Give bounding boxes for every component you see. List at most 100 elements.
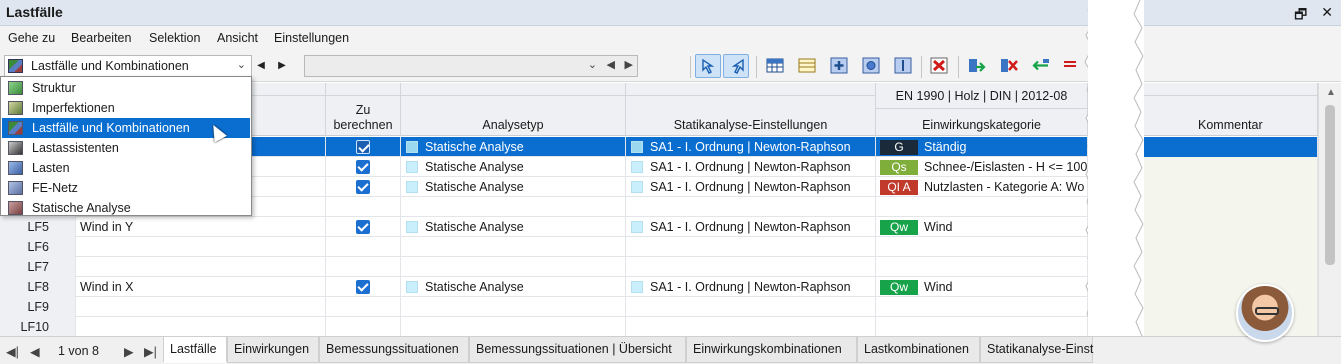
cell-einwirkungskategorie[interactable] [876, 257, 1088, 277]
delete-button[interactable] [926, 54, 952, 78]
table-filter-button[interactable] [794, 54, 820, 78]
cell-statik-einstellungen[interactable] [626, 237, 876, 257]
assistant-avatar[interactable] [1236, 284, 1294, 342]
cell-analysetyp[interactable]: Statische Analyse [401, 277, 626, 297]
cell-statik-einstellungen[interactable]: SA1 - I. Ordnung | Newton-Raphson [626, 217, 876, 237]
cell-zu-berechnen[interactable] [326, 197, 401, 217]
select-objects-button[interactable] [858, 54, 884, 78]
checkbox-checked-icon[interactable] [356, 160, 370, 174]
cell-statik-einstellungen[interactable]: SA1 - I. Ordnung | Newton-Raphson [626, 277, 876, 297]
cell-name[interactable]: Wind in X [76, 277, 326, 297]
dropdown-item-struktur[interactable]: Struktur [2, 78, 250, 98]
cell-zu-berechnen[interactable] [326, 237, 401, 257]
cell-einwirkungskategorie[interactable]: G Ständig [876, 137, 1088, 157]
insert-left-button[interactable] [1028, 54, 1054, 78]
cell-analysetyp[interactable]: Statische Analyse [401, 177, 626, 197]
cell-statik-einstellungen[interactable] [626, 197, 876, 217]
dropdown-item-lastassistenten[interactable]: Lastassistenten [2, 138, 250, 158]
dropdown-item-lasten[interactable]: Lasten [2, 158, 250, 178]
add-object-button[interactable] [826, 54, 852, 78]
tab-5[interactable]: Lastkombinationen [857, 337, 980, 363]
checkbox-checked-icon[interactable] [356, 220, 370, 234]
cell-name[interactable] [76, 297, 326, 317]
cell-einwirkungskategorie[interactable] [876, 317, 1088, 337]
vertical-scrollbar[interactable]: ▲ [1318, 83, 1341, 336]
cell-statik-einstellungen[interactable]: SA1 - I. Ordnung | Newton-Raphson [626, 177, 876, 197]
menu-selection[interactable]: Selektion [149, 31, 200, 45]
next-page-button[interactable]: ▶ [124, 344, 134, 359]
checkbox-checked-icon[interactable] [356, 180, 370, 194]
cell-einwirkungskategorie[interactable] [876, 237, 1088, 257]
header-statik[interactable]: Statikanalyse-Einstellungen [626, 83, 876, 136]
cell-analysetyp[interactable]: Statische Analyse [401, 137, 626, 157]
cell-analysetyp[interactable] [401, 197, 626, 217]
prev-arrow-button[interactable]: ◀ [252, 55, 270, 77]
delete-column-button[interactable] [1058, 54, 1084, 78]
cell-zu-berechnen[interactable] [326, 177, 401, 197]
menu-edit[interactable]: Bearbeiten [71, 31, 131, 45]
cell-name[interactable] [76, 237, 326, 257]
tab-4[interactable]: Einwirkungskombinationen [686, 337, 857, 363]
next-arrow-button[interactable]: ▶ [273, 55, 291, 77]
remove-column-button[interactable] [996, 54, 1022, 78]
cell-einwirkungskategorie[interactable]: Qw Wind [876, 277, 1088, 297]
dropdown-item-fe-netz[interactable]: FE-Netz [2, 178, 250, 198]
cell-statik-einstellungen[interactable]: SA1 - I. Ordnung | Newton-Raphson [626, 157, 876, 177]
cell-statik-einstellungen[interactable] [626, 317, 876, 337]
tab-3[interactable]: Bemessungssituationen | Übersicht [469, 337, 686, 363]
checkbox-checked-icon[interactable] [356, 140, 370, 154]
cell-statik-einstellungen[interactable] [626, 297, 876, 317]
cell-zu-berechnen[interactable] [326, 217, 401, 237]
cell-analysetyp[interactable] [401, 297, 626, 317]
prev-page-button[interactable]: ◀ [30, 344, 40, 359]
move-rows-button[interactable] [890, 54, 916, 78]
dropdown-item-statische-analyse[interactable]: Statische Analyse [2, 198, 250, 218]
cell-einwirkungskategorie[interactable] [876, 197, 1088, 217]
close-icon[interactable]: ✕ [1321, 4, 1333, 28]
cell-einwirkungskategorie[interactable]: QI A Nutzlasten - Kategorie A: Wo [876, 177, 1088, 197]
menu-goto[interactable]: Gehe zu [8, 31, 55, 45]
table-view-button[interactable] [762, 54, 788, 78]
cell-analysetyp[interactable]: Statische Analyse [401, 217, 626, 237]
cell-analysetyp[interactable] [401, 237, 626, 257]
restore-icon[interactable]: 🗗 [1294, 4, 1307, 28]
cell-einwirkungskategorie[interactable]: Qw Wind [876, 217, 1088, 237]
cell-analysetyp[interactable]: Statische Analyse [401, 157, 626, 177]
sync-selection-back-button[interactable] [723, 54, 749, 78]
sync-selection-button[interactable] [695, 54, 721, 78]
last-page-button[interactable]: ▶| [144, 344, 157, 359]
cell-zu-berechnen[interactable] [326, 317, 401, 337]
scrollbar-thumb[interactable] [1325, 105, 1335, 265]
cell-analysetyp[interactable] [401, 317, 626, 337]
cell-zu-berechnen[interactable] [326, 157, 401, 177]
cell-name[interactable] [76, 257, 326, 277]
dropdown-item-imperfektionen[interactable]: Imperfektionen [2, 98, 250, 118]
header-zu-berechnen[interactable]: Zu berechnen [326, 83, 401, 136]
checkbox-checked-icon[interactable] [356, 280, 370, 294]
scroll-up-icon[interactable]: ▲ [1326, 87, 1336, 98]
cell-name[interactable]: Wind in Y [76, 217, 326, 237]
import-button[interactable] [964, 54, 990, 78]
header-einwirkung[interactable]: EN 1990 | Holz | DIN | 2012-08 Einwirkun… [876, 83, 1088, 136]
header-analysetyp[interactable]: Analysetyp [401, 83, 626, 136]
first-page-button[interactable]: ◀| [6, 344, 19, 359]
cell-statik-einstellungen[interactable] [626, 257, 876, 277]
menu-settings[interactable]: Einstellungen [274, 31, 349, 45]
category-combobox[interactable]: Lastfälle und Kombinationen ⌄ [4, 55, 252, 77]
prev-arrow-icon[interactable]: ◀ [607, 58, 615, 71]
cell-einwirkungskategorie[interactable]: Qs Schnee-/Eislasten - H <= 1000 [876, 157, 1088, 177]
cell-zu-berechnen[interactable] [326, 297, 401, 317]
menu-view[interactable]: Ansicht [217, 31, 258, 45]
cell-name[interactable] [76, 317, 326, 337]
tab-1[interactable]: Einwirkungen [227, 337, 319, 363]
cell-einwirkungskategorie[interactable] [876, 297, 1088, 317]
tab-6[interactable]: Statikanalyse-Einst [980, 337, 1093, 363]
cell-zu-berechnen[interactable] [326, 257, 401, 277]
cell-zu-berechnen[interactable] [326, 277, 401, 297]
cell-zu-berechnen[interactable] [326, 137, 401, 157]
tab-0[interactable]: Lastfälle [163, 337, 227, 363]
next-arrow-icon[interactable]: ▶ [625, 58, 633, 71]
cell-analysetyp[interactable] [401, 257, 626, 277]
tab-2[interactable]: Bemessungssituationen [319, 337, 469, 363]
cell-statik-einstellungen[interactable]: SA1 - I. Ordnung | Newton-Raphson [626, 137, 876, 157]
